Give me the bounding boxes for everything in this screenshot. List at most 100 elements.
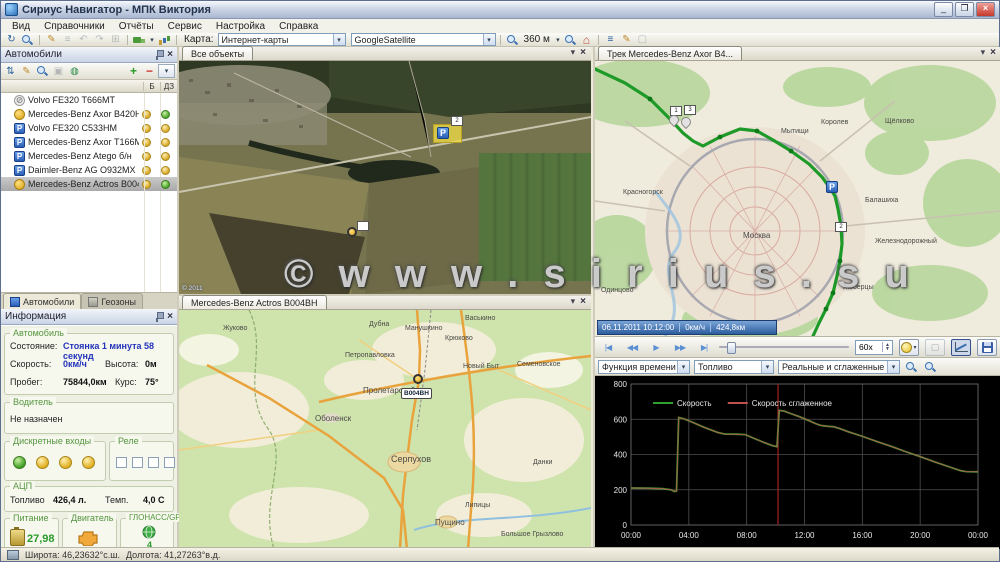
notes-icon[interactable]: ✎ bbox=[619, 34, 634, 46]
refresh-icon[interactable]: ↻ bbox=[4, 34, 19, 46]
truck-menu-icon[interactable] bbox=[132, 34, 147, 46]
close-button[interactable]: × bbox=[976, 2, 995, 17]
panel-menu-icon[interactable]: ▾ bbox=[571, 296, 576, 307]
marker-3-box[interactable]: 3 bbox=[684, 105, 696, 115]
zoom-in-icon[interactable] bbox=[505, 34, 520, 46]
list-icon[interactable]: ≡ bbox=[60, 34, 75, 46]
add-vehicle-icon[interactable]: + bbox=[126, 65, 141, 77]
combo-arrow-icon[interactable]: ▾ bbox=[761, 361, 773, 373]
tab-actros-map[interactable]: Mercedes-Benz Actros В004ВН bbox=[182, 295, 327, 309]
vehicle-marker[interactable] bbox=[347, 227, 357, 237]
combo-arrow-icon[interactable]: ▾ bbox=[483, 34, 495, 45]
tab-track[interactable]: Трек Mercedes-Benz Axor В4... bbox=[598, 46, 742, 60]
chart-zoom-out-icon[interactable] bbox=[923, 361, 938, 373]
chart-icon[interactable] bbox=[157, 34, 172, 46]
close-panel-icon[interactable]: × bbox=[580, 297, 586, 307]
frame-icon[interactable]: ▢ bbox=[635, 34, 650, 46]
tab-all-objects[interactable]: Все объекты bbox=[182, 46, 253, 60]
edit-icon[interactable]: ✎ bbox=[44, 34, 59, 46]
combo-arrow-icon[interactable]: ▾ bbox=[333, 34, 345, 45]
vehicle-list[interactable]: ⊘Volvo FE320 Т666МТMercedes-Benz Axor В4… bbox=[1, 93, 177, 292]
remove-vehicle-icon[interactable]: − bbox=[142, 65, 157, 77]
redo-icon[interactable]: ↷ bbox=[92, 34, 107, 46]
chart-function-combo[interactable]: Функция времени ▾ bbox=[598, 360, 690, 374]
menu-vid[interactable]: Вид bbox=[5, 21, 37, 32]
marker-2-box[interactable]: 2 bbox=[451, 116, 463, 126]
vehicle-row[interactable]: PDaimler-Benz AG О932МХ bbox=[1, 163, 177, 177]
close-panel-icon[interactable]: × bbox=[990, 48, 996, 58]
panel-menu-icon[interactable]: ▾ bbox=[571, 47, 576, 58]
street-map[interactable]: ДубнаМанушкиноВаськиноКрюковоНовый БытСе… bbox=[179, 310, 591, 549]
restore-button[interactable]: ❐ bbox=[955, 2, 974, 17]
map-scale-value[interactable]: 360 м bbox=[524, 34, 550, 45]
poi-toggle-button[interactable]: ▾ bbox=[899, 339, 919, 356]
close-panel-icon[interactable]: × bbox=[167, 312, 173, 322]
pin-icon[interactable] bbox=[154, 311, 163, 322]
camera-icon[interactable]: ▣ bbox=[51, 65, 66, 77]
vehicle-row[interactable]: PMercedes-Benz Atego б/н bbox=[1, 149, 177, 163]
skip-end-button[interactable]: ▶| bbox=[695, 343, 713, 352]
edit-vehicle-icon[interactable]: ✎ bbox=[19, 65, 34, 77]
tab-geozones[interactable]: Геозоны bbox=[81, 293, 143, 309]
relay-checkbox-2[interactable] bbox=[132, 457, 143, 468]
relay-checkbox-4[interactable] bbox=[164, 457, 175, 468]
save-button[interactable] bbox=[977, 339, 997, 356]
scale-arrow-icon[interactable]: ▾ bbox=[554, 34, 562, 46]
vehicle-row[interactable]: PMercedes-Benz Axor Т166МТ bbox=[1, 135, 177, 149]
truck-menu-arrow-icon[interactable]: ▾ bbox=[148, 34, 156, 46]
close-panel-icon[interactable]: × bbox=[580, 48, 586, 58]
playback-speed-spinner[interactable]: 60x ▲▼ bbox=[855, 340, 893, 355]
spinner-arrows-icon[interactable]: ▲▼ bbox=[882, 342, 892, 352]
layers-icon[interactable]: ≡ bbox=[603, 34, 618, 46]
find-on-map-icon[interactable] bbox=[35, 65, 50, 77]
skip-start-button[interactable]: |◀ bbox=[599, 343, 617, 352]
actros-vehicle-marker[interactable] bbox=[413, 374, 423, 384]
map-type-combo[interactable]: Интернет-карты ▾ bbox=[218, 33, 346, 46]
track-position-slider[interactable] bbox=[719, 340, 849, 354]
fast-forward-button[interactable]: ▶▶ bbox=[671, 343, 689, 352]
home-icon[interactable]: ⌂ bbox=[579, 34, 594, 46]
sort-icon[interactable]: ⇅ bbox=[3, 65, 18, 77]
frame-button[interactable]: ▢ bbox=[925, 339, 945, 356]
menu-servis[interactable]: Сервис bbox=[161, 21, 209, 32]
tab-vehicles[interactable]: Автомобили bbox=[3, 293, 81, 309]
zoom-out-icon[interactable] bbox=[563, 34, 578, 46]
actros-vehicle-label[interactable]: В004ВН bbox=[401, 388, 432, 399]
vehicle-row[interactable]: ⊘Volvo FE320 Т666МТ bbox=[1, 93, 177, 107]
column-b[interactable]: Б bbox=[143, 82, 160, 91]
expand-icon[interactable]: ⊞ bbox=[108, 34, 123, 46]
chart-zoom-in-icon[interactable] bbox=[904, 361, 919, 373]
chart-parameter-combo[interactable]: Топливо ▾ bbox=[694, 360, 774, 374]
track-map[interactable]: КрасногорскМытищиКоролевЩёлковоБалашихаМ… bbox=[595, 61, 1000, 336]
relay-checkbox-3[interactable] bbox=[148, 457, 159, 468]
chart-mode-combo[interactable]: Реальные и сглаженные значен ▾ bbox=[778, 360, 900, 374]
close-panel-icon[interactable]: × bbox=[167, 50, 173, 60]
menu-spravochniki[interactable]: Справочники bbox=[37, 21, 112, 32]
relay-checkbox-1[interactable] bbox=[116, 457, 127, 468]
chart-toggle-button[interactable] bbox=[951, 339, 971, 356]
globe-icon[interactable]: ◍ bbox=[67, 65, 82, 77]
info-panel-header[interactable]: Информация × bbox=[1, 309, 177, 325]
menu-nastroyka[interactable]: Настройка bbox=[209, 21, 272, 32]
vehicle-row[interactable]: Mercedes-Benz Axor В420НВ bbox=[1, 107, 177, 121]
play-button[interactable]: ▶ bbox=[647, 343, 665, 352]
slider-thumb[interactable] bbox=[727, 342, 736, 354]
panel-menu-icon[interactable]: ▾ bbox=[981, 47, 986, 58]
parking-marker[interactable]: P bbox=[826, 181, 838, 193]
vehicle-row[interactable]: Mercedes-Benz Actros В004ВН bbox=[1, 177, 177, 191]
column-dz[interactable]: ДЗ bbox=[160, 82, 177, 91]
title-bar[interactable]: Сириус Навигатор - МПК Виктория _ ❐ × bbox=[1, 1, 999, 19]
marker-2-box[interactable]: 2 bbox=[835, 222, 847, 232]
parking-marker[interactable]: P bbox=[437, 127, 449, 139]
combo-arrow-icon[interactable]: ▾ bbox=[677, 361, 689, 373]
combo-arrow-icon[interactable]: ▾ bbox=[887, 361, 899, 373]
columns-dropdown-icon[interactable]: ▾ bbox=[158, 64, 175, 78]
map-provider-combo[interactable]: GoogleSatellite ▾ bbox=[351, 33, 496, 46]
vehicle-row[interactable]: PVolvo FE320 С533НМ bbox=[1, 121, 177, 135]
pin-icon[interactable] bbox=[154, 49, 163, 60]
undo-icon[interactable]: ↶ bbox=[76, 34, 91, 46]
menu-otchety[interactable]: Отчёты bbox=[112, 21, 161, 32]
rewind-button[interactable]: ◀◀ bbox=[623, 343, 641, 352]
menu-spravka[interactable]: Справка bbox=[272, 21, 325, 32]
satellite-map[interactable]: 2 P © 2011 bbox=[179, 61, 591, 294]
